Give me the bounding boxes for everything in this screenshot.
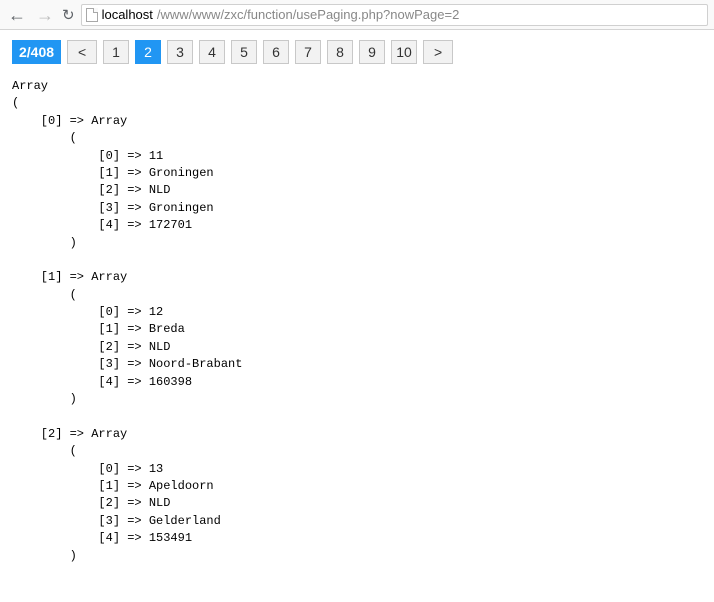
browser-toolbar: ← → ↻ localhost/www/www/zxc/function/use… [0,0,714,30]
prev-page-button[interactable]: < [67,40,97,64]
address-bar[interactable]: localhost/www/www/zxc/function/usePaging… [81,4,708,26]
page-button-2[interactable]: 2 [135,40,161,64]
page-button-6[interactable]: 6 [263,40,289,64]
page-content: 2/408 < 12345678910 > Array ( [0] => Arr… [0,30,714,602]
page-button-4[interactable]: 4 [199,40,225,64]
page-button-1[interactable]: 1 [103,40,129,64]
page-button-8[interactable]: 8 [327,40,353,64]
pagination: 2/408 < 12345678910 > [12,40,702,64]
page-icon [86,8,98,22]
url-path: /www/www/zxc/function/usePaging.php?nowP… [157,7,459,22]
url-host: localhost [102,7,153,22]
back-button[interactable]: ← [6,6,28,24]
forward-button[interactable]: → [34,6,56,24]
page-indicator: 2/408 [12,40,61,64]
page-button-7[interactable]: 7 [295,40,321,64]
page-button-5[interactable]: 5 [231,40,257,64]
reload-button[interactable]: ↻ [62,6,75,24]
next-page-button[interactable]: > [423,40,453,64]
array-dump: Array ( [0] => Array ( [0] => 11 [1] => … [12,78,702,582]
page-button-9[interactable]: 9 [359,40,385,64]
page-button-3[interactable]: 3 [167,40,193,64]
page-button-10[interactable]: 10 [391,40,417,64]
